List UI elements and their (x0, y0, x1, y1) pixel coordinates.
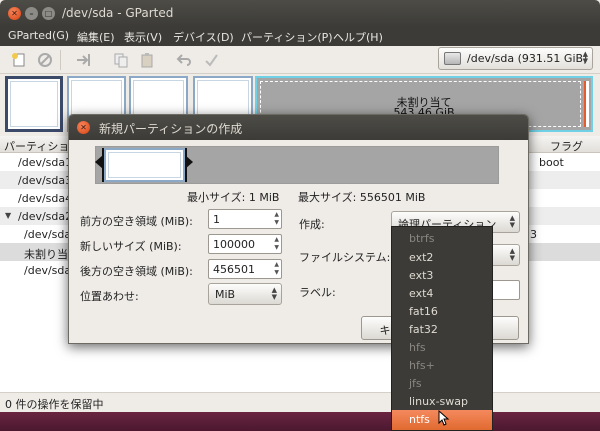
free-before-spinner[interactable]: 1 ▲ ▼ (208, 209, 282, 229)
align-label: 位置あわせ: (80, 290, 139, 303)
row-extra: 3 (530, 228, 537, 241)
row-name: 未割り当 (24, 248, 68, 261)
resize-move-icon[interactable] (75, 52, 91, 68)
resize-handle-right-icon[interactable] (185, 155, 193, 169)
resize-handle-left-icon[interactable] (95, 155, 103, 169)
dropdown-item-label: jfs (409, 377, 422, 390)
copy-icon[interactable] (113, 52, 129, 68)
filesystem-label: ファイルシステム: (299, 251, 391, 264)
status-text: 0 件の操作を保留中 (5, 398, 104, 411)
max-size-label: 最大サイズ: 556501 MiB (298, 191, 426, 204)
dropdown-item-hfsplus[interactable]: hfs+ (392, 356, 492, 376)
device-name: /dev/sda (467, 52, 515, 65)
align-value: MiB (215, 288, 236, 301)
spinner-arrows-icon[interactable]: ▲ ▼ (274, 236, 279, 252)
row-name: /dev/sda4 (18, 192, 73, 205)
row-name: /dev/sda (24, 228, 72, 241)
free-after-label: 後方の空き領域 (MiB): (80, 265, 193, 278)
statusbar: 0 件の操作を保留中 (0, 392, 600, 412)
dropdown-item-label: fat32 (409, 323, 438, 336)
min-size-label: 最小サイズ: 1 MiB (187, 191, 280, 204)
dropdown-item-ext4[interactable]: ext4 (392, 284, 492, 304)
taskbar (0, 412, 600, 431)
free-before-label: 前方の空き領域 (MiB): (80, 215, 193, 228)
label-field-label: ラベル: (299, 286, 336, 299)
align-select[interactable]: MiB ▲ ▼ (208, 283, 282, 305)
free-before-value: 1 (213, 213, 220, 226)
dropdown-item-label: linux-swap (409, 395, 468, 408)
dropdown-item-ext3[interactable]: ext3 (392, 266, 492, 286)
dropdown-item-btrfs[interactable]: btrfs (392, 229, 492, 249)
chevron-up-down-icon: ▲ ▼ (509, 214, 515, 229)
dropdown-item-label: ext2 (409, 251, 434, 264)
dropdown-item-label: ext4 (409, 287, 434, 300)
dialog-titlebar[interactable]: ✕ 新規パーティションの作成 (69, 115, 528, 140)
dropdown-item-linux-swap[interactable]: linux-swap (392, 392, 492, 412)
dropdown-item-label: fat16 (409, 305, 438, 318)
window-titlebar[interactable]: ✕ – □ /dev/sda - GParted (0, 0, 600, 27)
row-flag: boot (539, 156, 564, 169)
dropdown-item-label: btrfs (409, 232, 435, 245)
free-after-spinner[interactable]: 456501 ▲ ▼ (208, 259, 282, 279)
dropdown-item-ext2[interactable]: ext2 (392, 248, 492, 268)
dialog-title: 新規パーティションの作成 (99, 122, 243, 136)
spinner-arrows-icon[interactable]: ▲ ▼ (274, 261, 279, 277)
dropdown-item-label: hfs (409, 341, 426, 354)
disk-icon (444, 52, 461, 65)
chevron-up-down-icon: ▲ ▼ (509, 247, 515, 262)
new-icon[interactable] (11, 52, 27, 68)
dropdown-item-fat16[interactable]: fat16 (392, 302, 492, 322)
window-close-button[interactable]: ✕ (8, 7, 21, 20)
expander-icon[interactable]: ▼ (5, 211, 11, 220)
window-maximize-button[interactable]: □ (42, 7, 55, 20)
menu-device[interactable]: デバイス(D) (173, 29, 234, 45)
dropdown-item-label: hfs+ (409, 359, 435, 372)
resizer-partition-block[interactable] (104, 148, 185, 182)
device-selector-label: /dev/sda (931.51 GiB) (467, 52, 587, 65)
dropdown-item-jfs[interactable]: jfs (392, 374, 492, 394)
menu-view[interactable]: 表示(V) (124, 29, 162, 45)
device-size: (931.51 GiB) (517, 52, 588, 65)
header-flags[interactable]: フラグ (550, 138, 583, 154)
chevron-up-down-icon: ▲ ▼ (271, 286, 277, 301)
menu-partition[interactable]: パーティション(P) (241, 29, 333, 45)
menu-edit[interactable]: 編集(E) (77, 29, 115, 45)
mouse-pointer-icon (438, 410, 450, 426)
menu-help[interactable]: ヘルプ(H) (333, 29, 383, 45)
device-selector[interactable]: /dev/sda (931.51 GiB) ▲ ▼ (438, 47, 593, 70)
toolbar-separator (60, 50, 61, 70)
dropdown-item-label: ext3 (409, 269, 434, 282)
menu-gparted[interactable]: GParted(G) (8, 29, 69, 42)
free-after-value: 456501 (213, 263, 255, 276)
paste-icon[interactable] (139, 52, 155, 68)
filesystem-dropdown: btrfs ext2 ext3 ext4 fat16 fat32 hfs hfs… (391, 226, 493, 431)
window-title: /dev/sda - GParted (62, 6, 174, 20)
window-minimize-button[interactable]: – (25, 7, 38, 20)
delete-icon[interactable] (37, 52, 53, 68)
graph-partition-sda1[interactable] (5, 76, 63, 132)
dropdown-item-fat32[interactable]: fat32 (392, 320, 492, 340)
row-name: /dev/sda1 (18, 156, 73, 169)
new-size-value: 100000 (213, 238, 255, 251)
row-name: /dev/sda2 (18, 210, 73, 223)
menubar: GParted(G) 編集(E) 表示(V) デバイス(D) パーティション(P… (0, 27, 600, 46)
row-name: /dev/sda (24, 264, 72, 277)
apply-icon[interactable] (203, 52, 219, 68)
dropdown-item-label: ntfs (409, 413, 430, 426)
spinner-arrows-icon[interactable]: ▲ ▼ (274, 211, 279, 227)
new-size-label: 新しいサイズ (MiB): (80, 240, 182, 253)
partition-resizer[interactable] (95, 146, 499, 184)
new-size-spinner[interactable]: 100000 ▲ ▼ (208, 234, 282, 254)
create-as-label: 作成: (299, 218, 325, 231)
undo-icon[interactable] (176, 52, 192, 68)
chevron-up-down-icon: ▲ ▼ (582, 50, 588, 65)
dialog-close-button[interactable]: ✕ (77, 121, 90, 134)
dropdown-item-hfs[interactable]: hfs (392, 338, 492, 358)
row-name: /dev/sda3 (18, 174, 73, 187)
